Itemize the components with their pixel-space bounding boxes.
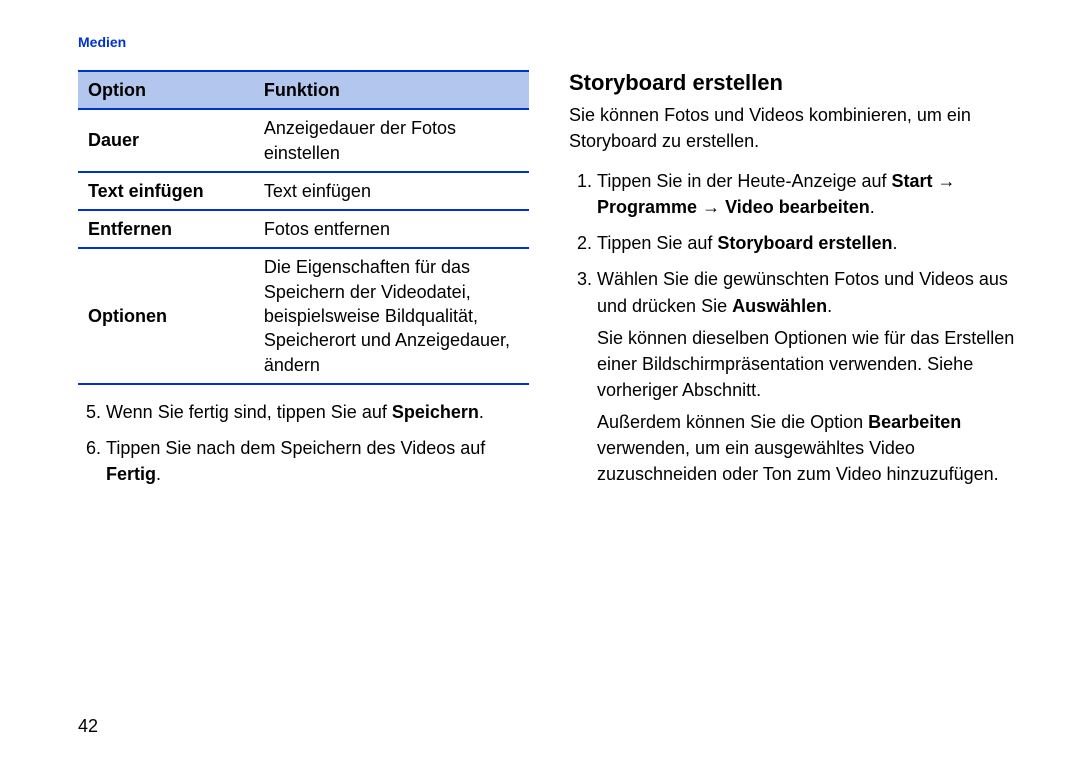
step-text: Tippen Sie auf [597,233,717,253]
step-6: Tippen Sie nach dem Speichern des Videos… [106,435,529,487]
left-column: Option Funktion Dauer Anzeigedauer der F… [78,70,529,497]
table-cell-val: Die Eigenschaften für das Speichern der … [254,248,529,383]
bold-term: Programme [597,197,697,217]
table-row: Text einfügen Text einfügen [78,172,529,210]
table-cell-key: Dauer [78,109,254,172]
step-text: . [479,402,484,422]
table-cell-val: Text einfügen [254,172,529,210]
bold-term: Bearbeiten [868,412,961,432]
step-subtext: Sie können dieselben Optionen wie für da… [597,325,1020,403]
step-text: Tippen Sie nach dem Speichern des Videos… [106,438,485,458]
arrow-icon: → [938,171,956,191]
bold-term: Video bearbeiten [725,197,870,217]
bold-term: Start [892,171,933,191]
table-header-option: Option [78,71,254,109]
step-1: Tippen Sie in der Heute-Anzeige auf Star… [597,168,1020,220]
step-text: Wenn Sie fertig sind, tippen Sie auf [106,402,392,422]
columns: Option Funktion Dauer Anzeigedauer der F… [78,70,1020,497]
table-cell-val: Anzeigedauer der Fotos einstellen [254,109,529,172]
step-2: Tippen Sie auf Storyboard erstellen. [597,230,1020,256]
options-table: Option Funktion Dauer Anzeigedauer der F… [78,70,529,385]
arrow-icon: → [702,197,720,217]
right-steps: Tippen Sie in der Heute-Anzeige auf Star… [569,168,1020,487]
step-5: Wenn Sie fertig sind, tippen Sie auf Spe… [106,399,529,425]
running-head: Medien [78,34,1020,50]
step-text: . [892,233,897,253]
table-row: Entfernen Fotos entfernen [78,210,529,248]
step-text: Außerdem können Sie die Option [597,412,868,432]
step-text: verwenden, um ein ausgewähltes Video zuz… [597,438,999,484]
step-text: Tippen Sie in der Heute-Anzeige auf [597,171,892,191]
table-header-function: Funktion [254,71,529,109]
step-text: . [870,197,875,217]
table-cell-key: Entfernen [78,210,254,248]
page-number: 42 [78,716,98,737]
step-3: Wählen Sie die gewünschten Fotos und Vid… [597,266,1020,487]
right-column: Storyboard erstellen Sie können Fotos un… [569,70,1020,497]
bold-term: Storyboard erstellen [717,233,892,253]
section-heading: Storyboard erstellen [569,70,1020,96]
left-steps: Wenn Sie fertig sind, tippen Sie auf Spe… [78,399,529,487]
bold-term: Fertig [106,464,156,484]
bold-term: Speichern [392,402,479,422]
table-row: Optionen Die Eigenschaften für das Speic… [78,248,529,383]
table-cell-key: Text einfügen [78,172,254,210]
step-subtext: Außerdem können Sie die Option Bearbeite… [597,409,1020,487]
table-cell-val: Fotos entfernen [254,210,529,248]
table-cell-key: Optionen [78,248,254,383]
step-text: . [156,464,161,484]
lead-paragraph: Sie können Fotos und Videos kombinieren,… [569,102,1020,154]
step-text: . [827,296,832,316]
bold-term: Auswählen [732,296,827,316]
page: Medien Option Funktion Dauer Anzeigedaue… [0,0,1080,765]
table-row: Dauer Anzeigedauer der Fotos einstellen [78,109,529,172]
